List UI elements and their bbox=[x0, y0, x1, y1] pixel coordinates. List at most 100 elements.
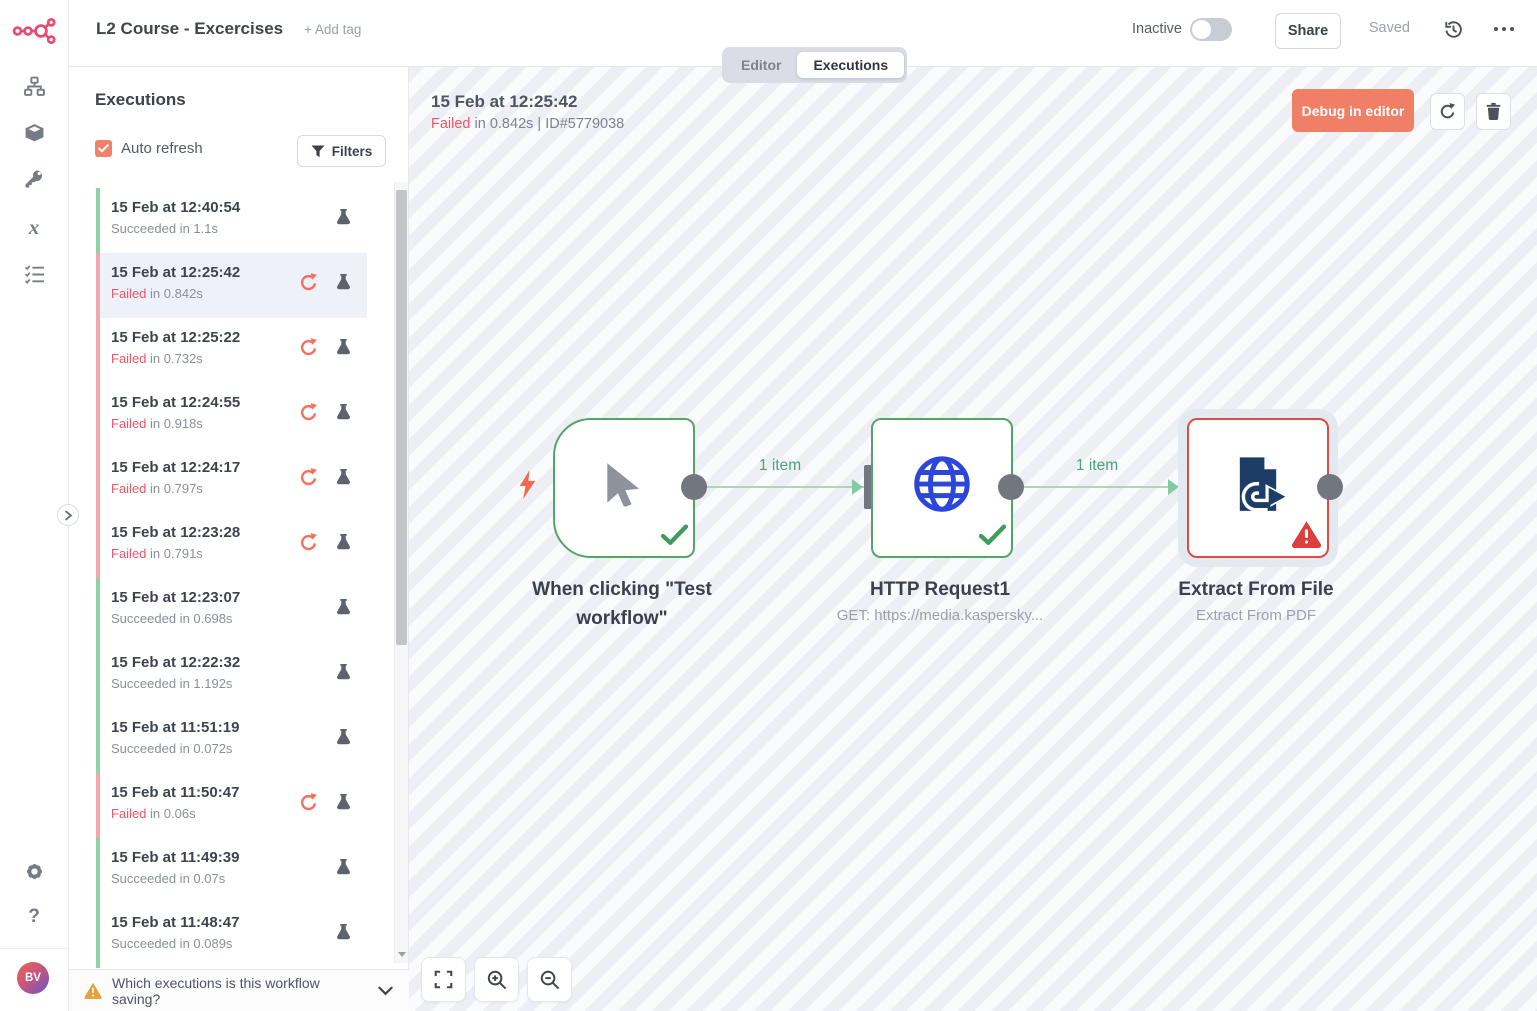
test-execution-flask-icon[interactable] bbox=[335, 337, 352, 363]
sidebar-item-executions[interactable] bbox=[0, 263, 68, 285]
auto-refresh-toggle[interactable]: Auto refresh bbox=[95, 140, 203, 157]
delete-execution-button[interactable] bbox=[1476, 93, 1511, 130]
test-execution-flask-icon[interactable] bbox=[335, 207, 352, 233]
execution-list-item[interactable]: 15 Feb at 11:50:47 Failed in 0.06s bbox=[96, 773, 367, 838]
sidebar-item-templates[interactable] bbox=[0, 121, 68, 143]
sidebar-item-variables[interactable]: x bbox=[0, 216, 68, 238]
executions-panel-title: Executions bbox=[95, 90, 186, 110]
help-icon[interactable]: ? bbox=[0, 906, 68, 928]
execution-detail-title: 15 Feb at 12:25:42 bbox=[431, 92, 577, 112]
node-manual-trigger[interactable] bbox=[553, 418, 695, 558]
execution-list-item[interactable]: 15 Feb at 12:25:22 Failed in 0.732s bbox=[96, 318, 367, 383]
success-check-icon bbox=[979, 524, 1006, 551]
tab-editor[interactable]: Editor bbox=[725, 52, 797, 78]
retry-execution-icon[interactable] bbox=[298, 792, 319, 818]
zoom-to-fit-button[interactable] bbox=[421, 957, 466, 1002]
execution-list-item[interactable]: 15 Feb at 11:49:39 Succeeded in 0.07s bbox=[96, 838, 367, 903]
auto-refresh-checkbox[interactable] bbox=[95, 140, 112, 157]
retry-execution-icon[interactable] bbox=[298, 337, 319, 363]
trigger-bolt-icon bbox=[518, 470, 537, 504]
execution-timestamp: 15 Feb at 12:24:17 bbox=[111, 459, 240, 476]
execution-list-item[interactable]: 15 Feb at 12:23:28 Failed in 0.791s bbox=[96, 513, 367, 578]
retry-execution-icon[interactable] bbox=[298, 532, 319, 558]
execution-detail-status: Failed bbox=[431, 116, 471, 132]
scrollbar-down-arrow[interactable] bbox=[398, 952, 406, 961]
zoom-in-button[interactable] bbox=[474, 957, 519, 1002]
node-extract-from-file[interactable] bbox=[1187, 418, 1329, 558]
workflow-title[interactable]: L2 Course - Excercises bbox=[96, 19, 283, 39]
execution-timestamp: 15 Feb at 11:50:47 bbox=[111, 784, 239, 801]
execution-timestamp: 15 Feb at 12:25:42 bbox=[111, 264, 240, 281]
collapse-panel-button[interactable] bbox=[57, 504, 79, 526]
warning-icon bbox=[84, 982, 102, 999]
execution-status-text: Succeeded in 0.07s bbox=[111, 871, 225, 886]
test-execution-flask-icon[interactable] bbox=[335, 792, 352, 818]
connection-arrow-icon bbox=[1168, 479, 1179, 495]
workflow-canvas[interactable]: 15 Feb at 12:25:42 Failed in 0.842s | ID… bbox=[409, 66, 1537, 1011]
tab-executions[interactable]: Executions bbox=[797, 52, 904, 78]
test-execution-flask-icon[interactable] bbox=[335, 402, 352, 428]
execution-timestamp: 15 Feb at 12:23:07 bbox=[111, 589, 240, 606]
test-execution-flask-icon[interactable] bbox=[335, 727, 352, 753]
footer-question-text: Which executions is this workflow saving… bbox=[112, 975, 368, 1007]
execution-status-bar bbox=[96, 318, 100, 383]
node-output-connector[interactable] bbox=[681, 474, 707, 500]
test-execution-flask-icon[interactable] bbox=[335, 662, 352, 688]
avatar[interactable]: BV bbox=[17, 962, 49, 994]
rail-divider bbox=[0, 948, 68, 949]
auto-refresh-label: Auto refresh bbox=[121, 140, 203, 157]
filters-button[interactable]: Filters bbox=[297, 135, 386, 167]
connection-line[interactable] bbox=[694, 486, 866, 488]
active-toggle[interactable] bbox=[1190, 18, 1232, 41]
n8n-logo[interactable] bbox=[0, 14, 68, 48]
execution-status-text: Succeeded in 1.1s bbox=[111, 221, 218, 236]
retry-execution-icon[interactable] bbox=[298, 402, 319, 428]
node-output-connector[interactable] bbox=[1317, 474, 1343, 500]
execution-list-item[interactable]: 15 Feb at 12:40:54 Succeeded in 1.1s bbox=[96, 188, 367, 253]
execution-list-item[interactable]: 15 Feb at 12:22:32 Succeeded in 1.192s bbox=[96, 643, 367, 708]
sidebar-item-workflows[interactable] bbox=[0, 75, 68, 97]
test-execution-flask-icon[interactable] bbox=[335, 597, 352, 623]
execution-status-text: Succeeded in 1.192s bbox=[111, 676, 232, 691]
share-button[interactable]: Share bbox=[1275, 13, 1341, 49]
execution-status-text: Failed in 0.918s bbox=[111, 416, 203, 431]
version-history-icon[interactable] bbox=[1443, 19, 1464, 45]
more-options-icon[interactable] bbox=[1494, 27, 1514, 31]
execution-status-bar bbox=[96, 188, 100, 253]
add-tag-button[interactable]: + Add tag bbox=[304, 22, 361, 37]
toggle-knob bbox=[1192, 20, 1211, 39]
retry-execution-icon[interactable] bbox=[298, 272, 319, 298]
execution-status-bar bbox=[96, 903, 100, 968]
test-execution-flask-icon[interactable] bbox=[335, 857, 352, 883]
test-execution-flask-icon[interactable] bbox=[335, 532, 352, 558]
execution-list-item[interactable]: 15 Feb at 12:23:07 Succeeded in 0.698s bbox=[96, 578, 367, 643]
settings-gear-icon[interactable] bbox=[0, 860, 68, 882]
execution-status-text: Failed in 0.791s bbox=[111, 546, 203, 561]
execution-status-text: Succeeded in 0.698s bbox=[111, 611, 232, 626]
zoom-in-icon bbox=[487, 970, 507, 990]
execution-timestamp: 15 Feb at 12:25:22 bbox=[111, 329, 240, 346]
filters-label: Filters bbox=[332, 144, 373, 159]
test-execution-flask-icon[interactable] bbox=[335, 467, 352, 493]
connection-items-label: 1 item bbox=[1011, 457, 1183, 475]
test-execution-flask-icon[interactable] bbox=[335, 272, 352, 298]
execution-list-item[interactable]: 15 Feb at 11:51:19 Succeeded in 0.072s bbox=[96, 708, 367, 773]
execution-list-item[interactable]: 15 Feb at 12:24:17 Failed in 0.797s bbox=[96, 448, 367, 513]
debug-in-editor-button[interactable]: Debug in editor bbox=[1292, 89, 1414, 132]
node-output-connector[interactable] bbox=[998, 474, 1024, 500]
test-execution-flask-icon[interactable] bbox=[335, 922, 352, 948]
execution-status-bar bbox=[96, 578, 100, 643]
retry-execution-icon[interactable] bbox=[298, 467, 319, 493]
scrollbar-thumb[interactable] bbox=[396, 190, 407, 645]
execution-timestamp: 15 Feb at 11:48:47 bbox=[111, 914, 239, 931]
sidebar-item-credentials[interactable] bbox=[0, 168, 68, 190]
refresh-execution-button[interactable] bbox=[1430, 93, 1465, 130]
node-http-request[interactable] bbox=[871, 418, 1013, 558]
execution-list-item[interactable]: 15 Feb at 11:48:47 Succeeded in 0.089s bbox=[96, 903, 367, 968]
executions-saving-footer[interactable]: Which executions is this workflow saving… bbox=[68, 969, 409, 1011]
zoom-out-button[interactable] bbox=[527, 957, 572, 1002]
execution-list-item[interactable]: 15 Feb at 12:24:55 Failed in 0.918s bbox=[96, 383, 367, 448]
chevron-right-icon bbox=[64, 510, 73, 521]
execution-list-item[interactable]: 15 Feb at 12:25:42 Failed in 0.842s bbox=[96, 253, 367, 318]
connection-line[interactable] bbox=[1011, 486, 1183, 488]
